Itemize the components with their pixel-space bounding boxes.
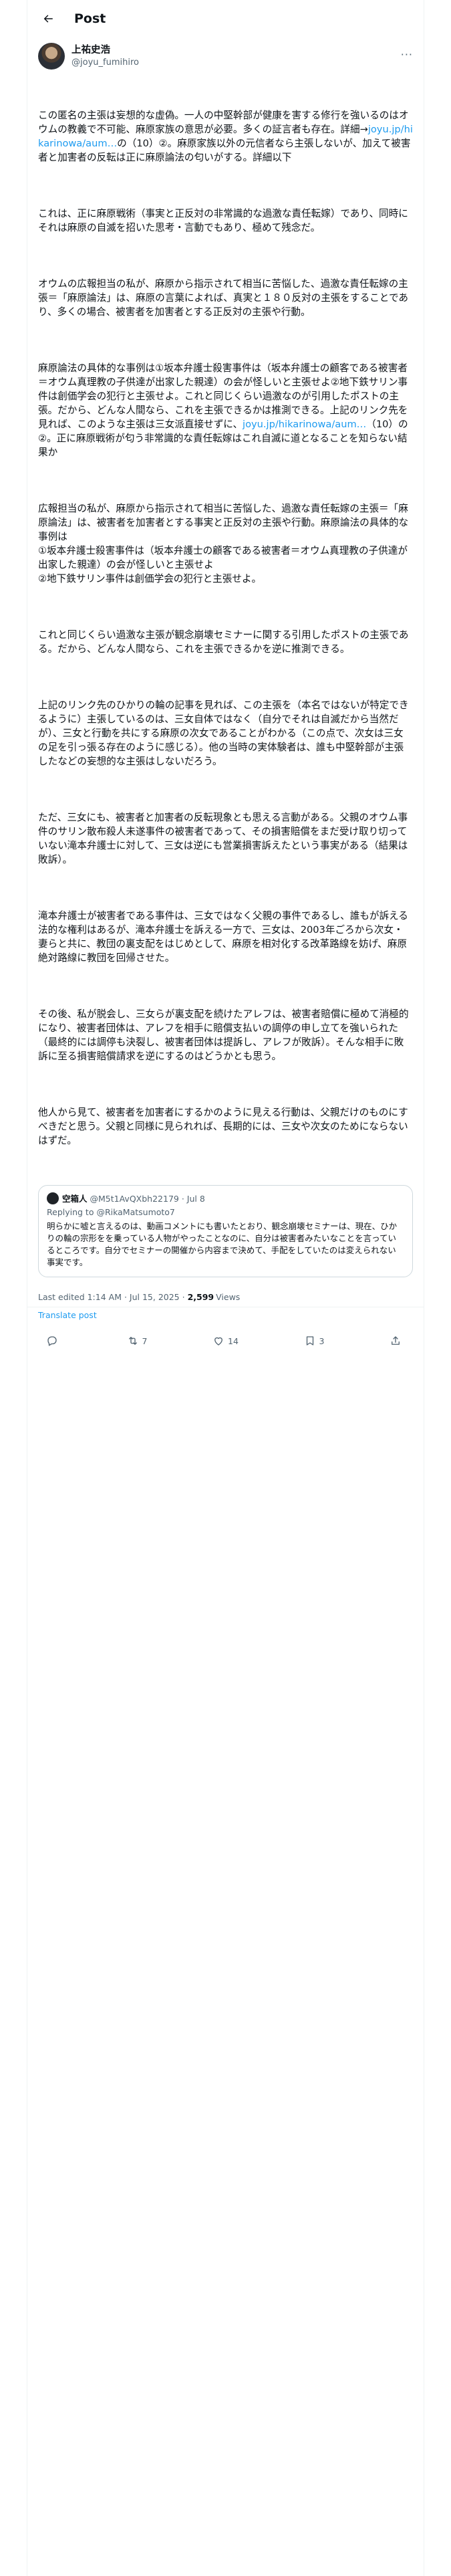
post-paragraph: これと同じくらい過激な主張が観念崩壊セミナーに関する引用したポストの主張である。…	[38, 629, 409, 655]
bookmark-count: 3	[319, 1335, 325, 1346]
back-button[interactable]	[37, 7, 59, 30]
quote-reply-label: Replying to @RikaMatsumoto7	[47, 1207, 175, 1217]
like-button[interactable]: 14	[212, 1335, 239, 1347]
heart-icon	[214, 1337, 222, 1346]
post-paragraph: その後、私が脱会し、三女らが裏支配を続けたアレフは、被害者賠償に極めて消極的にな…	[38, 1008, 409, 1062]
reply-button[interactable]	[46, 1335, 61, 1347]
reply-icon	[47, 1336, 57, 1346]
bookmark-button[interactable]: 3	[304, 1335, 325, 1347]
quote-author-handle: @M5t1AvQXbh22179	[90, 1193, 179, 1204]
post-paragraph: この匿名の主張は妄想的な虚偽。一人の中堅幹部が健康を害する修行を強いるのはオウム…	[38, 110, 413, 163]
post-paragraph: オウムの広報担当の私が、麻原から指示されて相当に苦悩した、過激な責任転嫁の主張＝…	[38, 278, 408, 318]
share-button[interactable]	[390, 1335, 405, 1347]
author-display-name[interactable]: 上祐史浩	[71, 44, 139, 57]
repost-button[interactable]: 7	[127, 1335, 148, 1347]
repost-count: 7	[142, 1335, 148, 1346]
views-count: 2,599	[187, 1291, 214, 1302]
repost-icon	[128, 1337, 137, 1345]
post-column: Post 上祐史浩 @joyu_fumihiro ··· この匿名の主張は妄想的…	[27, 0, 424, 2576]
quote-text: 明らかに嘘と言えるのは、動画コメントにも書いたとおり、観念崩壊セミナーは、現在、…	[47, 1221, 398, 1267]
post-paragraph: 滝本弁護士が被害者である事件は、三女ではなく父親の事件であるし、誰もが訴える法的…	[38, 910, 408, 964]
post-paragraph: これは、正に麻原戦術（事実と正反対の非常識的な過激な責任転嫁）であり、同時にそれ…	[38, 208, 408, 233]
post-timestamp[interactable]: Last edited 1:14 AM · Jul 15, 2025 ·	[38, 1292, 185, 1302]
author-handle[interactable]: @joyu_fumihiro	[71, 57, 139, 68]
post-paragraph: 広報担当の私が、麻原から指示されて相当に苦悩した、過激な責任転嫁の主張＝「麻原論…	[38, 503, 409, 584]
post-paragraph: 上記のリンク先のひかりの輪の記事を見れば、この主張を（本名ではないが特定できるよ…	[38, 700, 409, 767]
share-icon	[392, 1336, 400, 1345]
post-author: 上祐史浩 @joyu_fumihiro ···	[27, 37, 424, 72]
quote-avatar	[47, 1192, 59, 1204]
top-bar: Post	[27, 0, 424, 37]
bookmark-icon	[306, 1336, 313, 1346]
quoted-post[interactable]: 空箱人 @M5t1AvQXbh22179 · Jul 8 Replying to…	[38, 1185, 413, 1277]
quote-date: Jul 8	[186, 1193, 205, 1204]
avatar[interactable]	[38, 43, 65, 70]
post-paragraph: 麻原論法の具体的な事例は①坂本弁護士殺害事件は（坂本弁護士の顧客である被害者＝オ…	[38, 362, 408, 458]
post-meta: Last edited 1:14 AM · Jul 15, 2025 · 2,5…	[27, 1277, 424, 1307]
post-paragraph: 他人から見て、被害者を加害者にするかのように見える行動は、父親だけのものにすべき…	[38, 1107, 408, 1146]
arrow-left-icon	[43, 15, 53, 23]
action-bar: 7 14 3	[27, 1323, 424, 1352]
like-count: 14	[228, 1335, 239, 1346]
page-title: Post	[74, 11, 106, 26]
post-link[interactable]: joyu.jp/hikarinowa/aum…	[243, 419, 366, 430]
post-body: この匿名の主張は妄想的な虚偽。一人の中堅幹部が健康を害する修行を強いるのはオウム…	[27, 72, 424, 1176]
post-paragraph: ただ、三女にも、被害者と加害者の反転現象とも思える言動がある。父親のオウム事件の…	[38, 812, 408, 865]
more-options-icon[interactable]: ···	[401, 48, 413, 61]
translate-post-link[interactable]: Translate post	[27, 1307, 424, 1323]
quote-author-name: 空箱人	[62, 1193, 88, 1204]
views-label: Views	[216, 1291, 241, 1302]
